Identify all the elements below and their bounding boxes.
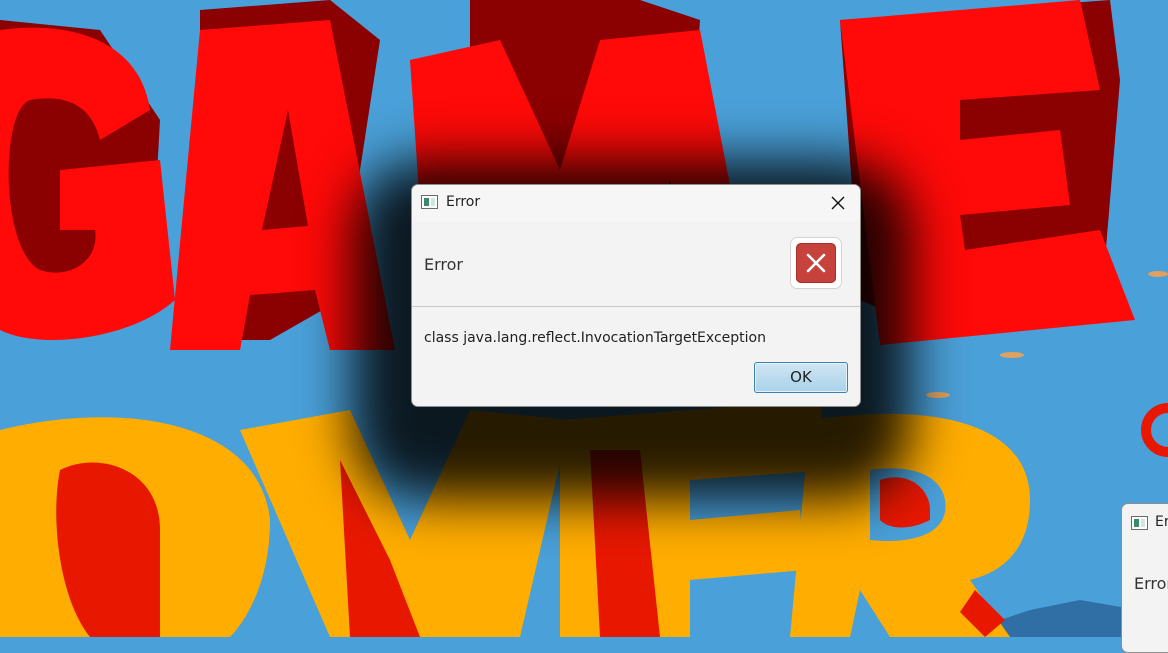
- ok-button[interactable]: OK: [754, 362, 848, 393]
- error-message: class java.lang.reflect.InvocationTarget…: [424, 330, 766, 346]
- window-icon: [1131, 516, 1148, 530]
- dialog-content: class java.lang.reflect.InvocationTarget…: [412, 307, 860, 406]
- dialog2-title: Er: [1155, 514, 1168, 530]
- dialog-header: Error: [412, 221, 860, 307]
- error-dialog: Error Error class java.lang.reflect.Invo…: [411, 184, 861, 407]
- dialog-header-text: Error: [424, 255, 463, 274]
- error-x-icon: [796, 243, 836, 283]
- dialog2-header-text: Error: [1134, 574, 1168, 593]
- close-icon: [831, 196, 845, 210]
- close-button[interactable]: [816, 185, 860, 221]
- second-error-dialog: Er Error: [1121, 503, 1168, 653]
- window-icon: [421, 195, 438, 209]
- dialog-titlebar[interactable]: Error: [412, 185, 860, 221]
- dialog-title: Error: [446, 194, 481, 210]
- error-icon-frame: [790, 237, 842, 289]
